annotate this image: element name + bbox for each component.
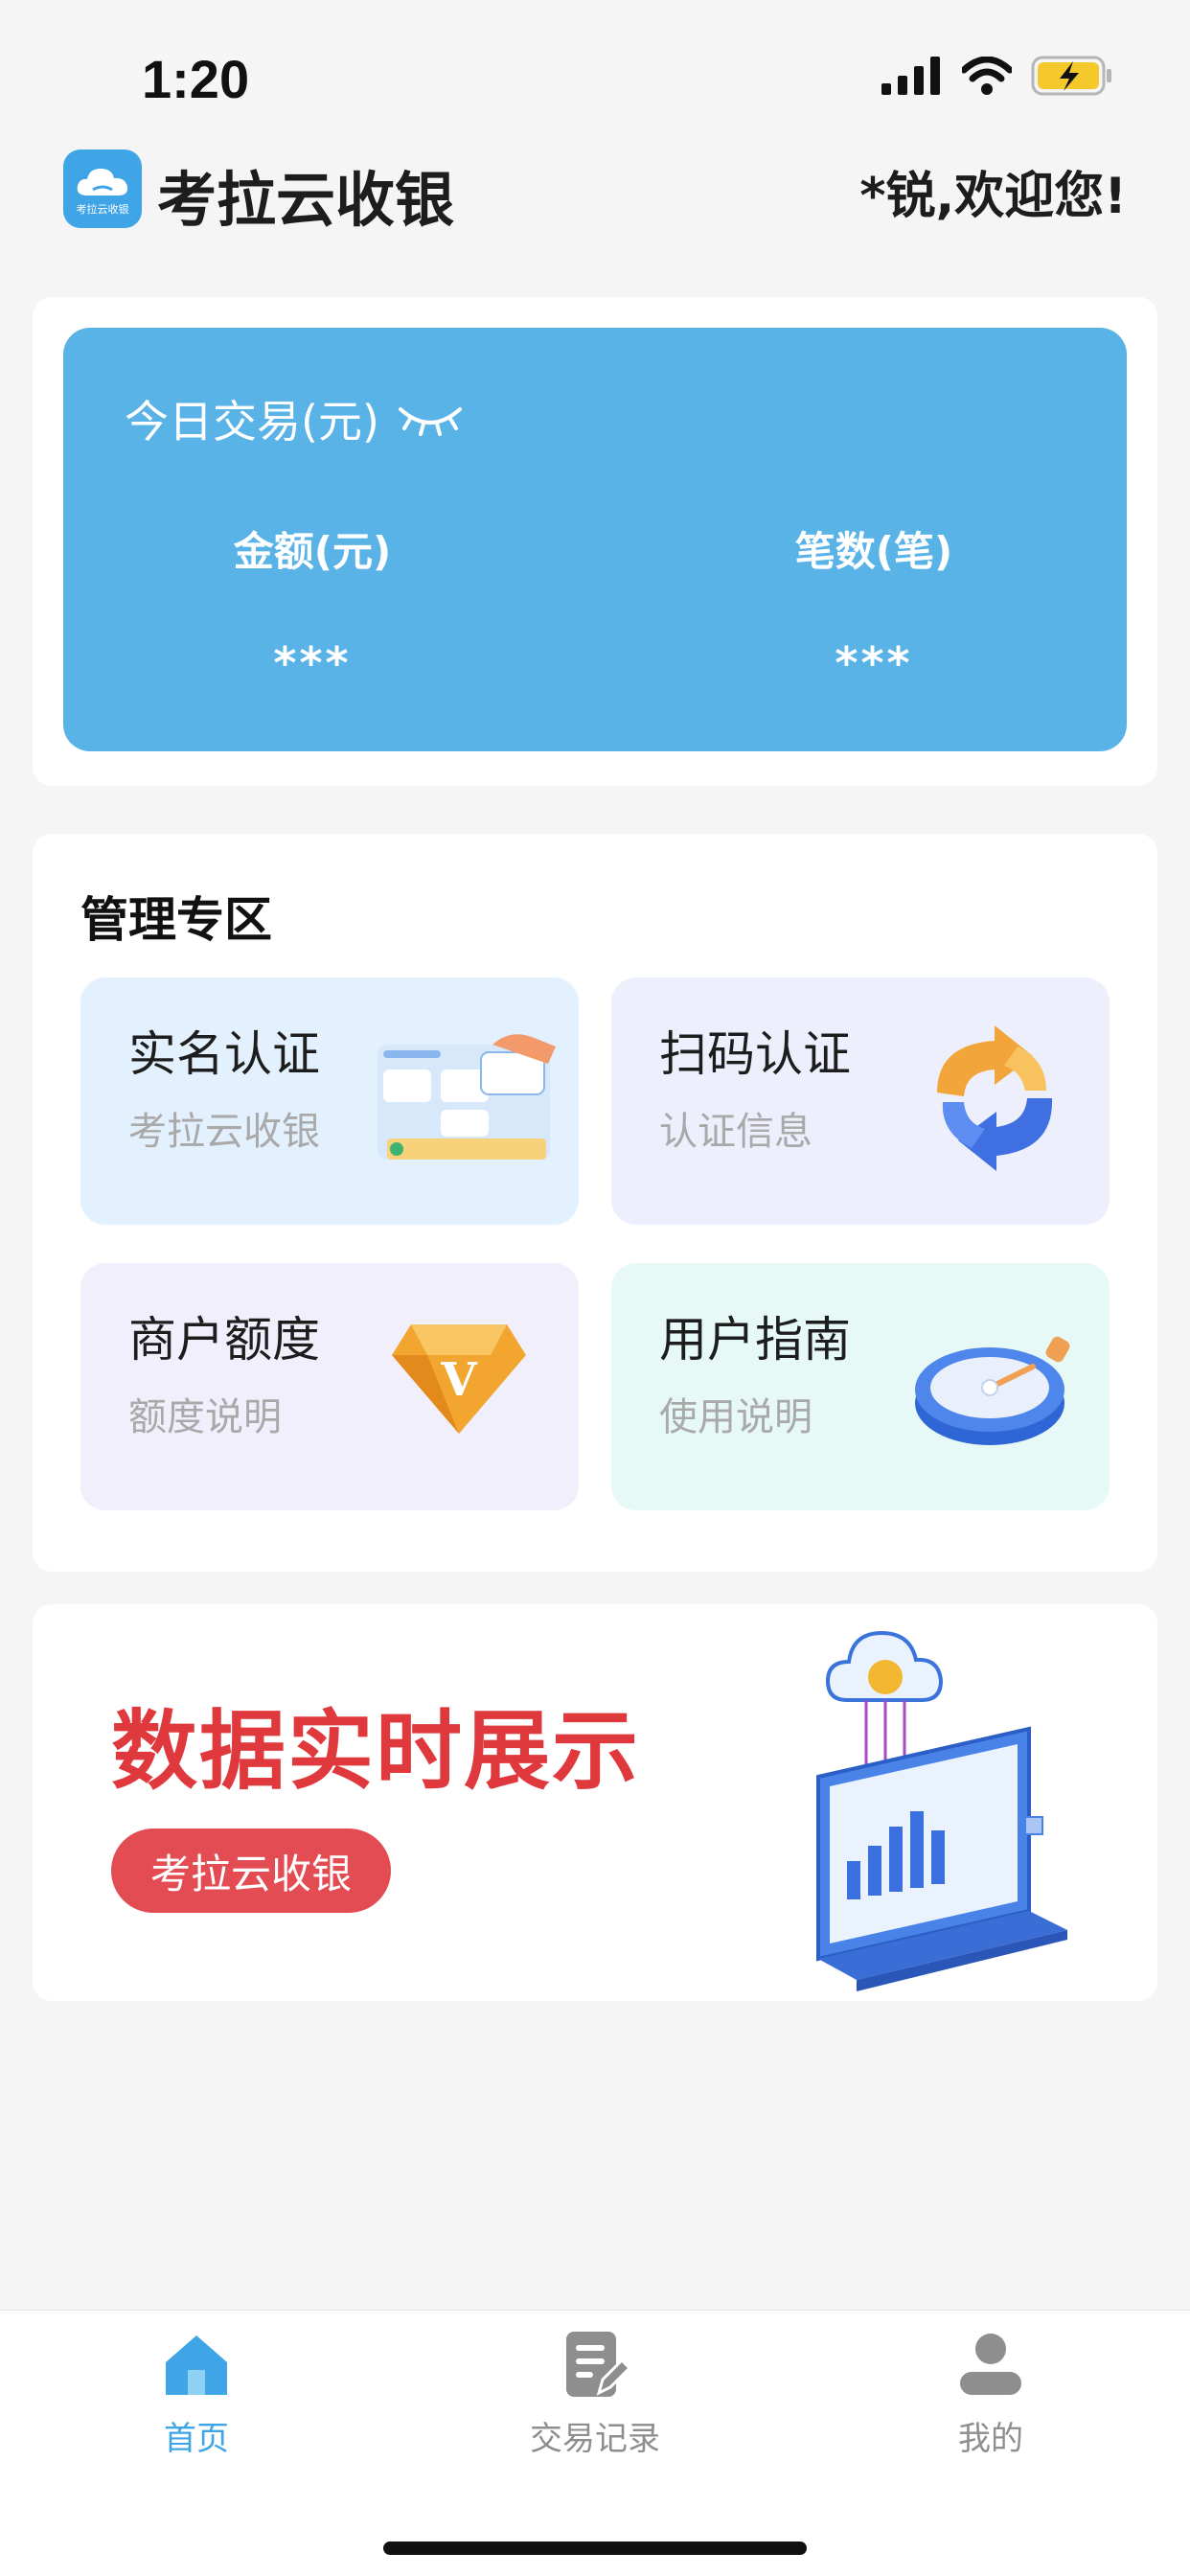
cloud-icon <box>77 169 128 196</box>
tab-bar: 首页 交易记录 我的 <box>0 2310 1190 2576</box>
tile-subtitle: 考拉云收银 <box>128 1110 320 1154</box>
laptop-chart-illustration-icon <box>816 1630 1067 1991</box>
stats-title-label: 今日交易(元) <box>125 396 379 448</box>
eye-closed-icon[interactable] <box>397 400 464 438</box>
stats-panel: 今日交易(元) 金额(元) *** 笔数(笔) *** <box>33 297 1157 786</box>
app-header: 考拉云收银 考拉云收银 *锐,欢迎您! <box>0 144 1190 278</box>
tile-subtitle: 认证信息 <box>659 1110 812 1154</box>
stats-title: 今日交易(元) <box>125 387 464 450</box>
svg-text:V: V <box>440 1353 477 1407</box>
tile-subtitle: 使用说明 <box>659 1395 812 1439</box>
amount-label: 金额(元) <box>233 528 392 575</box>
amount-value: *** <box>273 637 352 689</box>
vip-diamond-icon: V <box>392 1324 526 1434</box>
tab-home[interactable]: 首页 <box>101 2330 292 2459</box>
tab-label: 交易记录 <box>530 2420 660 2458</box>
tab-records[interactable]: 交易记录 <box>499 2330 691 2459</box>
merchant-quota-tile[interactable]: 商户额度 额度说明 V <box>80 1263 579 1510</box>
count-column: 笔数(笔) *** <box>730 519 1018 689</box>
tile-title: 商户额度 <box>128 1312 320 1368</box>
tile-subtitle: 额度说明 <box>128 1395 282 1439</box>
tile-title: 用户指南 <box>659 1312 851 1368</box>
tab-label: 首页 <box>164 2420 229 2458</box>
tile-title: 扫码认证 <box>659 1026 851 1082</box>
count-label: 笔数(笔) <box>794 528 953 575</box>
count-value: *** <box>835 637 913 689</box>
user-guide-tile[interactable]: 用户指南 使用说明 <box>611 1263 1110 1510</box>
wifi-icon <box>962 57 1012 95</box>
stopwatch-icon <box>915 1336 1070 1445</box>
today-trade-card: 今日交易(元) 金额(元) *** 笔数(笔) *** <box>63 328 1127 751</box>
banner-title: 数据实时展示 <box>111 1701 640 1802</box>
data-banner[interactable]: 数据实时展示 考拉云收银 <box>33 1604 1157 2001</box>
signal-icon <box>881 57 940 95</box>
document-edit-icon <box>566 2332 629 2397</box>
app-title: 考拉云收银 <box>157 165 455 235</box>
status-icons <box>881 56 1113 96</box>
battery-icon <box>1031 56 1111 96</box>
tab-mine[interactable]: 我的 <box>895 2330 1087 2459</box>
user-icon <box>960 2334 1021 2395</box>
refresh-cycle-icon <box>937 1025 1053 1171</box>
management-title: 管理专区 <box>80 892 272 948</box>
status-bar: 1:20 <box>0 0 1190 144</box>
home-icon <box>166 2335 227 2395</box>
status-time: 1:20 <box>142 49 250 109</box>
real-name-auth-tile[interactable]: 实名认证 考拉云收银 <box>80 978 579 1225</box>
home-indicator <box>383 2542 807 2555</box>
logo-caption: 考拉云收银 <box>76 203 129 216</box>
banner-button[interactable]: 考拉云收银 <box>111 1828 391 1913</box>
tab-label: 我的 <box>958 2420 1023 2458</box>
welcome-text: *锐,欢迎您! <box>859 168 1127 225</box>
tile-title: 实名认证 <box>128 1026 320 1082</box>
id-card-illustration-icon <box>378 1034 556 1160</box>
management-panel: 管理专区 实名认证 考拉云收银 扫码认证 认证信息 商户额度 额度说明 V 用户… <box>33 834 1157 1572</box>
amount-column: 金额(元) *** <box>169 519 456 689</box>
scan-auth-tile[interactable]: 扫码认证 认证信息 <box>611 978 1110 1225</box>
app-logo: 考拉云收银 <box>63 150 142 228</box>
